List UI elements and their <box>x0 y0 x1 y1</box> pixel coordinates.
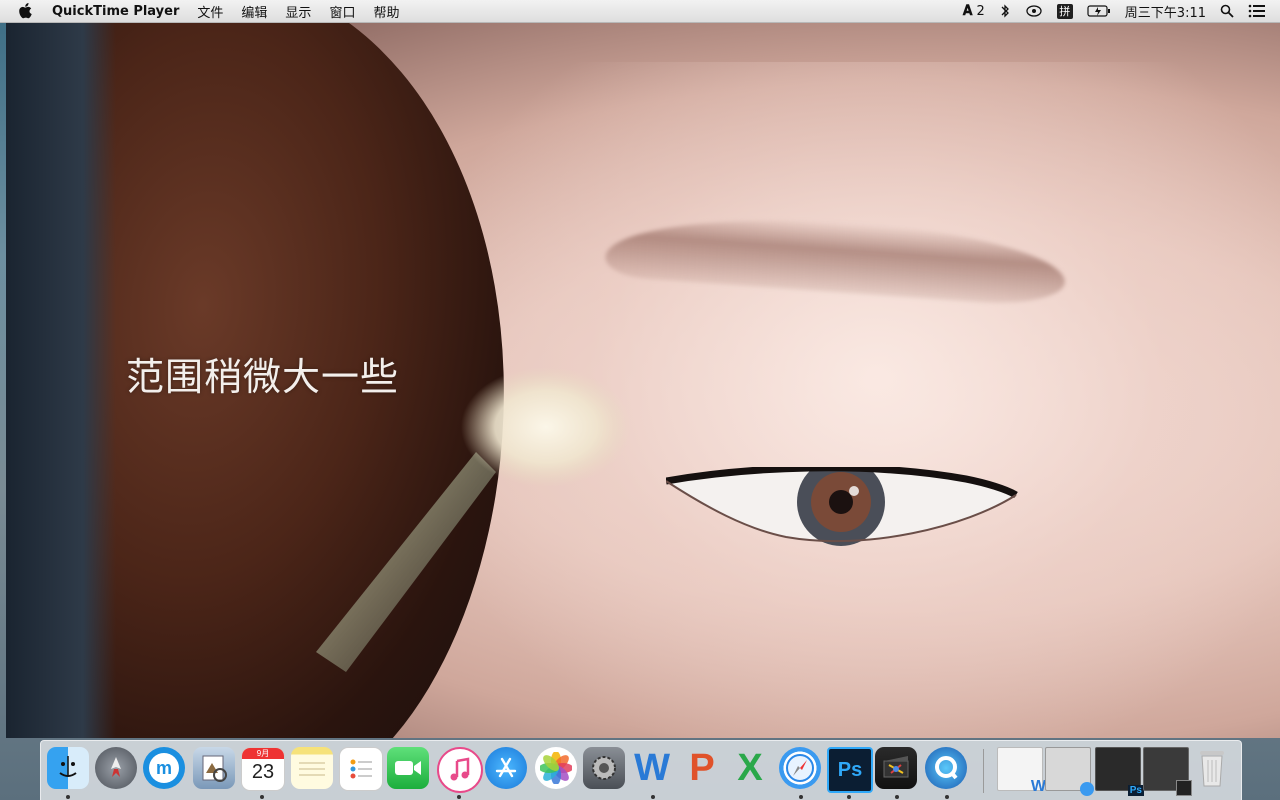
menu-view[interactable]: 显示 <box>285 2 311 21</box>
adobe-icon: 𝐀 <box>962 3 973 19</box>
dock-word-running-dot <box>651 795 655 799</box>
dock-final-cut-pro-running-dot <box>895 795 899 799</box>
eye <box>666 467 1018 546</box>
dock-safari-running-dot <box>799 795 803 799</box>
menu-bar: QuickTime Player 文件 编辑 显示 窗口 帮助 𝐀 2 拼 周三… <box>0 0 1280 23</box>
dock-quicktime-icon[interactable] <box>925 747 967 789</box>
video-player-area[interactable]: 范围稍微大一些 <box>6 22 1280 738</box>
dock-facetime-icon[interactable] <box>387 747 429 789</box>
dock-powerpoint-icon[interactable]: P <box>681 747 723 789</box>
dock-quicktime-running-dot <box>945 795 949 799</box>
dock-minimized-final-cut-window-icon[interactable] <box>1143 747 1192 796</box>
dock: m 9月 23 W P X Ps W Ps <box>40 740 1242 800</box>
dock-excel-icon[interactable]: X <box>729 747 771 789</box>
dock-maxthon-icon[interactable]: m <box>143 747 185 789</box>
dock-minimized-photoshop-window-icon[interactable]: Ps <box>1095 747 1144 796</box>
dock-photos-icon[interactable] <box>535 747 577 789</box>
background-left <box>6 22 116 738</box>
apple-menu-icon[interactable] <box>18 3 38 19</box>
wifi-cloud-icon[interactable] <box>1025 4 1043 18</box>
dock-itunes-running-dot <box>457 795 461 799</box>
menubar-clock[interactable]: 周三下午3:11 <box>1125 2 1206 21</box>
dock-trash-icon[interactable] <box>1191 747 1233 789</box>
dock-photoshop-running-dot <box>847 795 851 799</box>
dock-launchpad-icon[interactable] <box>95 747 137 789</box>
input-method-label: 拼 <box>1056 3 1073 19</box>
calendar-month-label: 9月 <box>242 748 284 759</box>
dock-calendar-running-dot <box>260 795 264 799</box>
dock-system-preferences-icon[interactable] <box>583 747 625 789</box>
dock-finder-icon[interactable] <box>47 747 89 789</box>
dock-divider <box>983 749 984 793</box>
calendar-day-label: 23 <box>251 761 275 783</box>
dock-preview-icon[interactable] <box>193 747 235 789</box>
video-subtitle: 范围稍微大一些 <box>126 355 400 399</box>
spotlight-search-icon[interactable] <box>1220 4 1234 18</box>
menu-window[interactable]: 窗口 <box>329 2 355 21</box>
battery-icon[interactable] <box>1087 5 1111 17</box>
notification-center-icon[interactable] <box>1248 4 1266 18</box>
dock-word-icon[interactable]: W <box>631 747 673 789</box>
dock-finder-running-dot <box>66 795 70 799</box>
bluetooth-icon[interactable] <box>999 4 1011 18</box>
adobe-badge-count: 2 <box>976 3 985 19</box>
dock-minimized-safari-window-icon[interactable] <box>1045 747 1094 796</box>
dock-app-store-icon[interactable] <box>485 747 527 789</box>
makeup-brush <box>316 367 631 672</box>
menu-help[interactable]: 帮助 <box>373 2 399 21</box>
dock-minimized-word-window-icon[interactable]: W <box>997 747 1046 795</box>
input-method-indicator[interactable]: 拼 <box>1056 3 1073 19</box>
app-menu-quicktime[interactable]: QuickTime Player <box>52 4 179 19</box>
dock-safari-icon[interactable] <box>779 747 821 789</box>
dock-itunes-icon[interactable] <box>437 747 483 793</box>
dock-reminders-icon[interactable] <box>339 747 383 791</box>
adobe-cc-status[interactable]: 𝐀 2 <box>963 3 985 19</box>
dock-photoshop-icon[interactable]: Ps <box>827 747 873 793</box>
menu-file[interactable]: 文件 <box>197 2 223 21</box>
dock-notes-icon[interactable] <box>291 747 333 789</box>
dock-final-cut-pro-icon[interactable] <box>875 747 917 789</box>
menu-edit[interactable]: 编辑 <box>241 2 267 21</box>
dock-calendar-icon[interactable]: 9月 23 <box>241 747 285 791</box>
